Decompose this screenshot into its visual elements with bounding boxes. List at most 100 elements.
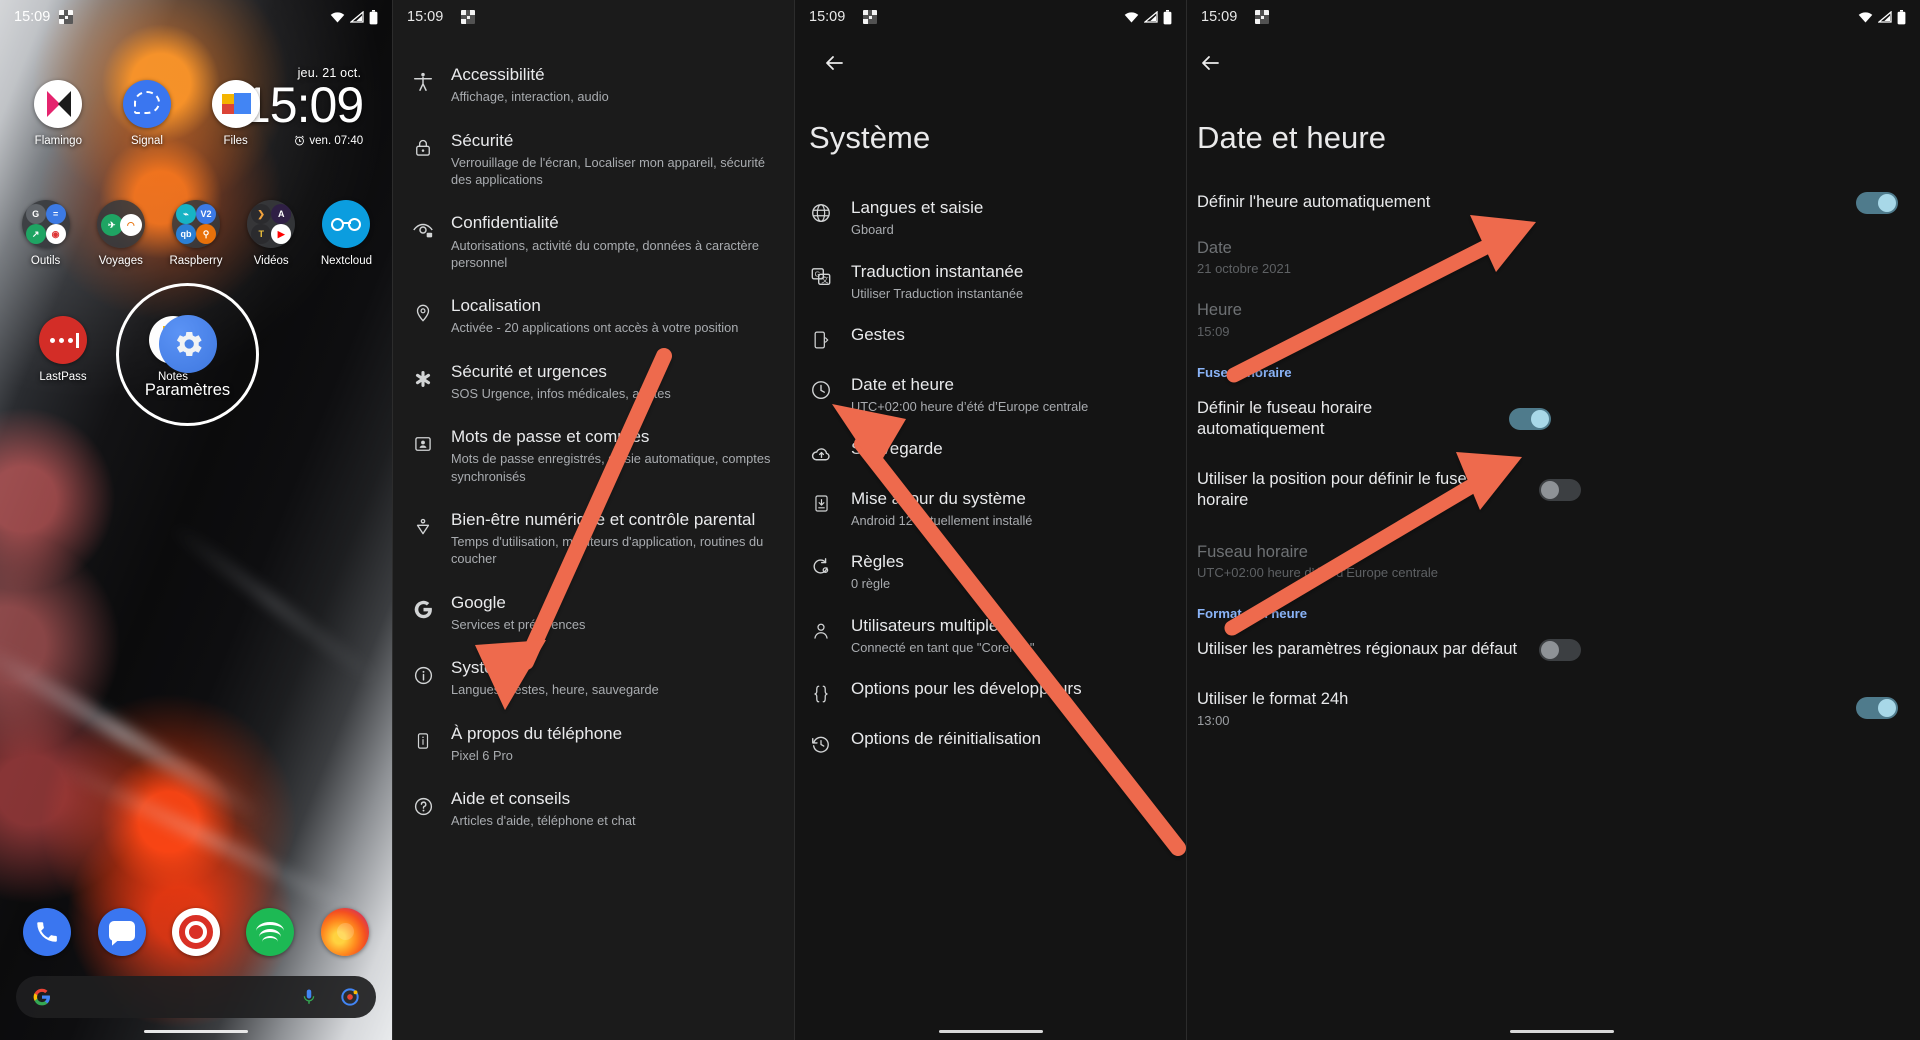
app-files[interactable]: Files bbox=[191, 80, 280, 147]
settings-item-securite-urgences[interactable]: Sécurité et urgences SOS Urgence, infos … bbox=[393, 349, 794, 415]
system-update-icon bbox=[809, 492, 833, 516]
screenshot-icon bbox=[461, 10, 476, 24]
battery-icon bbox=[369, 9, 378, 24]
screenshot-stage: 15:09 jeu. 21 oct. 15:09 ven. 07:40 Flam… bbox=[0, 0, 1920, 1040]
files-app-icon bbox=[211, 80, 260, 128]
settings-item-localisation[interactable]: Localisation Activée - 20 applications o… bbox=[393, 283, 794, 349]
use-location-toggle[interactable] bbox=[1539, 479, 1581, 502]
flamingo-app-icon bbox=[34, 80, 83, 128]
item-title: Localisation bbox=[451, 296, 541, 316]
signal-icon bbox=[1144, 11, 1158, 23]
item-title: Sauvegarde bbox=[851, 438, 943, 458]
lens-icon[interactable] bbox=[340, 987, 360, 1007]
item-subtitle: Android 12 actuellement installé bbox=[851, 512, 1033, 528]
item-subtitle: UTC+02:00 heure d’été d’Europe centrale bbox=[851, 399, 1089, 415]
reset-history-icon bbox=[809, 732, 833, 756]
signal-app-icon bbox=[123, 80, 171, 128]
item-title: Sécurité bbox=[451, 130, 514, 150]
back-arrow-icon bbox=[826, 56, 843, 70]
locale-default-toggle[interactable] bbox=[1539, 639, 1581, 662]
status-bar-time: 15:09 bbox=[809, 9, 846, 25]
battery-icon bbox=[1163, 9, 1172, 24]
settings-item-confidentialite[interactable]: Confidentialité Autorisations, activité … bbox=[393, 200, 794, 283]
nav-gesture-pill[interactable] bbox=[144, 1029, 248, 1033]
row-title: Date bbox=[1197, 239, 1232, 257]
datetime-screen-panel: 15:09 Date et heure Définir l'heure auto… bbox=[1186, 0, 1920, 1040]
settings-item-google[interactable]: Google Services et préférences bbox=[393, 580, 794, 646]
settings-item-securite[interactable]: Sécurité Verrouillage de l'écran, Locali… bbox=[393, 118, 794, 201]
row-locale-default-format[interactable]: Utiliser les paramètres régionaux par dé… bbox=[1187, 623, 1920, 673]
dock-phone[interactable] bbox=[10, 908, 84, 956]
system-item-gestes[interactable]: Gestes bbox=[795, 313, 1186, 363]
settings-item-mots-de-passe[interactable]: Mots de passe et comptes Mots de passe e… bbox=[393, 414, 794, 497]
settings-list: Accessibilité Affichage, interaction, au… bbox=[393, 52, 794, 842]
settings-item-bien-etre[interactable]: Bien-être numérique et contrôle parental… bbox=[393, 497, 794, 580]
item-title: Options pour les développeurs bbox=[851, 679, 1082, 699]
settings-item-accessibilite[interactable]: Accessibilité Affichage, interaction, au… bbox=[393, 52, 794, 118]
item-subtitle: Services et préférences bbox=[451, 616, 586, 632]
microphone-icon[interactable] bbox=[300, 988, 318, 1006]
system-item-sauvegarde[interactable]: Sauvegarde bbox=[795, 427, 1186, 477]
row-title: Heure bbox=[1197, 301, 1242, 320]
item-title: Aide et conseils bbox=[451, 789, 571, 809]
section-title-format-heure: Format de l'heure bbox=[1197, 606, 1308, 622]
dock-spotify[interactable] bbox=[233, 908, 307, 956]
back-button[interactable] bbox=[1195, 48, 1225, 78]
system-item-regles[interactable]: Règles 0 règle bbox=[795, 540, 1186, 604]
nav-gesture-pill[interactable] bbox=[938, 1029, 1043, 1033]
settings-gear-icon[interactable] bbox=[158, 315, 217, 373]
row-auto-time[interactable]: Définir l'heure automatiquement bbox=[1187, 180, 1920, 226]
wallpaper bbox=[0, 0, 392, 1040]
item-subtitle: Activée - 20 applications ont accès à vo… bbox=[451, 320, 739, 336]
system-list: Langues et saisie Gboard G文 Traduction i… bbox=[795, 186, 1186, 767]
item-title: Confidentialité bbox=[451, 213, 559, 233]
rules-icon bbox=[809, 555, 833, 579]
dock-browser[interactable] bbox=[159, 908, 233, 956]
dock-firefox[interactable] bbox=[308, 908, 382, 956]
lock-icon bbox=[411, 136, 435, 160]
item-subtitle: Mots de passe enregistrés, saisie automa… bbox=[451, 451, 771, 484]
system-item-traduction[interactable]: G文 Traduction instantanée Utiliser Tradu… bbox=[795, 250, 1186, 314]
accessibility-icon bbox=[411, 70, 435, 94]
system-item-developpeurs[interactable]: Options pour les développeurs bbox=[795, 667, 1186, 717]
app-signal[interactable]: Signal bbox=[103, 80, 192, 147]
app-flamingo[interactable]: Flamingo bbox=[14, 80, 103, 147]
nav-gesture-pill[interactable] bbox=[1510, 1029, 1614, 1033]
settings-highlight-ring: Paramètres bbox=[116, 283, 259, 426]
auto-timezone-toggle[interactable] bbox=[1509, 408, 1551, 431]
item-subtitle: Articles d'aide, téléphone et chat bbox=[451, 813, 636, 829]
translate-icon: G文 bbox=[809, 265, 833, 289]
browser-app-icon bbox=[172, 908, 221, 956]
folder-videos[interactable]: ❯ A T ▶ Vidéos bbox=[234, 200, 309, 267]
app-lastpass[interactable]: LastPass bbox=[8, 316, 118, 383]
settings-item-a-propos[interactable]: À propos du téléphone Pixel 6 Pro bbox=[393, 711, 794, 777]
back-button[interactable] bbox=[819, 48, 849, 78]
item-subtitle: 0 règle bbox=[851, 576, 891, 592]
app-label: Nextcloud bbox=[320, 255, 372, 267]
row-title: Définir l'heure automatiquement bbox=[1197, 193, 1431, 212]
settings-item-aide[interactable]: Aide et conseils Articles d'aide, téléph… bbox=[393, 776, 794, 842]
status-bar-time: 15:09 bbox=[14, 9, 51, 25]
folder-raspberry[interactable]: ⌁ V2 qb ⚲ Raspberry bbox=[158, 200, 233, 267]
auto-time-toggle[interactable] bbox=[1856, 192, 1898, 214]
system-item-reinitialisation[interactable]: Options de réinitialisation bbox=[795, 717, 1186, 767]
system-item-langues[interactable]: Langues et saisie Gboard bbox=[795, 186, 1186, 250]
item-title: Langues et saisie bbox=[851, 198, 984, 217]
app-nextcloud[interactable]: Nextcloud bbox=[309, 200, 384, 267]
system-item-date-et-heure[interactable]: Date et heure UTC+02:00 heure d’été d’Eu… bbox=[795, 363, 1186, 427]
row-24h-format[interactable]: Utiliser le format 24h 13:00 bbox=[1187, 673, 1920, 739]
dock bbox=[0, 908, 392, 956]
folder-voyages[interactable]: ✈ ◠ Voyages bbox=[83, 200, 158, 267]
app-row-2: G = ↗ ◉ Outils ✈ ◠ Voyages ⌁ V2 qb ⚲ Ras… bbox=[0, 200, 392, 267]
dock-messages[interactable] bbox=[84, 908, 158, 956]
google-search-bar[interactable] bbox=[16, 976, 376, 1018]
system-item-mise-a-jour[interactable]: Mise à jour du système Android 12 actuel… bbox=[795, 477, 1186, 541]
item-title: Mise à jour du système bbox=[851, 488, 1026, 508]
braces-icon bbox=[809, 682, 833, 706]
row-use-location-timezone[interactable]: Utiliser la position pour définir le fus… bbox=[1187, 453, 1920, 524]
settings-item-systeme[interactable]: Système Langues, gestes, heure, sauvegar… bbox=[393, 645, 794, 711]
row-auto-timezone[interactable]: Définir le fuseau horaire automatiquemen… bbox=[1187, 382, 1920, 453]
format-24h-toggle[interactable] bbox=[1856, 697, 1898, 720]
system-item-utilisateurs[interactable]: Utilisateurs multiples Connecté en tant … bbox=[795, 604, 1186, 668]
folder-outils[interactable]: G = ↗ ◉ Outils bbox=[8, 200, 83, 267]
